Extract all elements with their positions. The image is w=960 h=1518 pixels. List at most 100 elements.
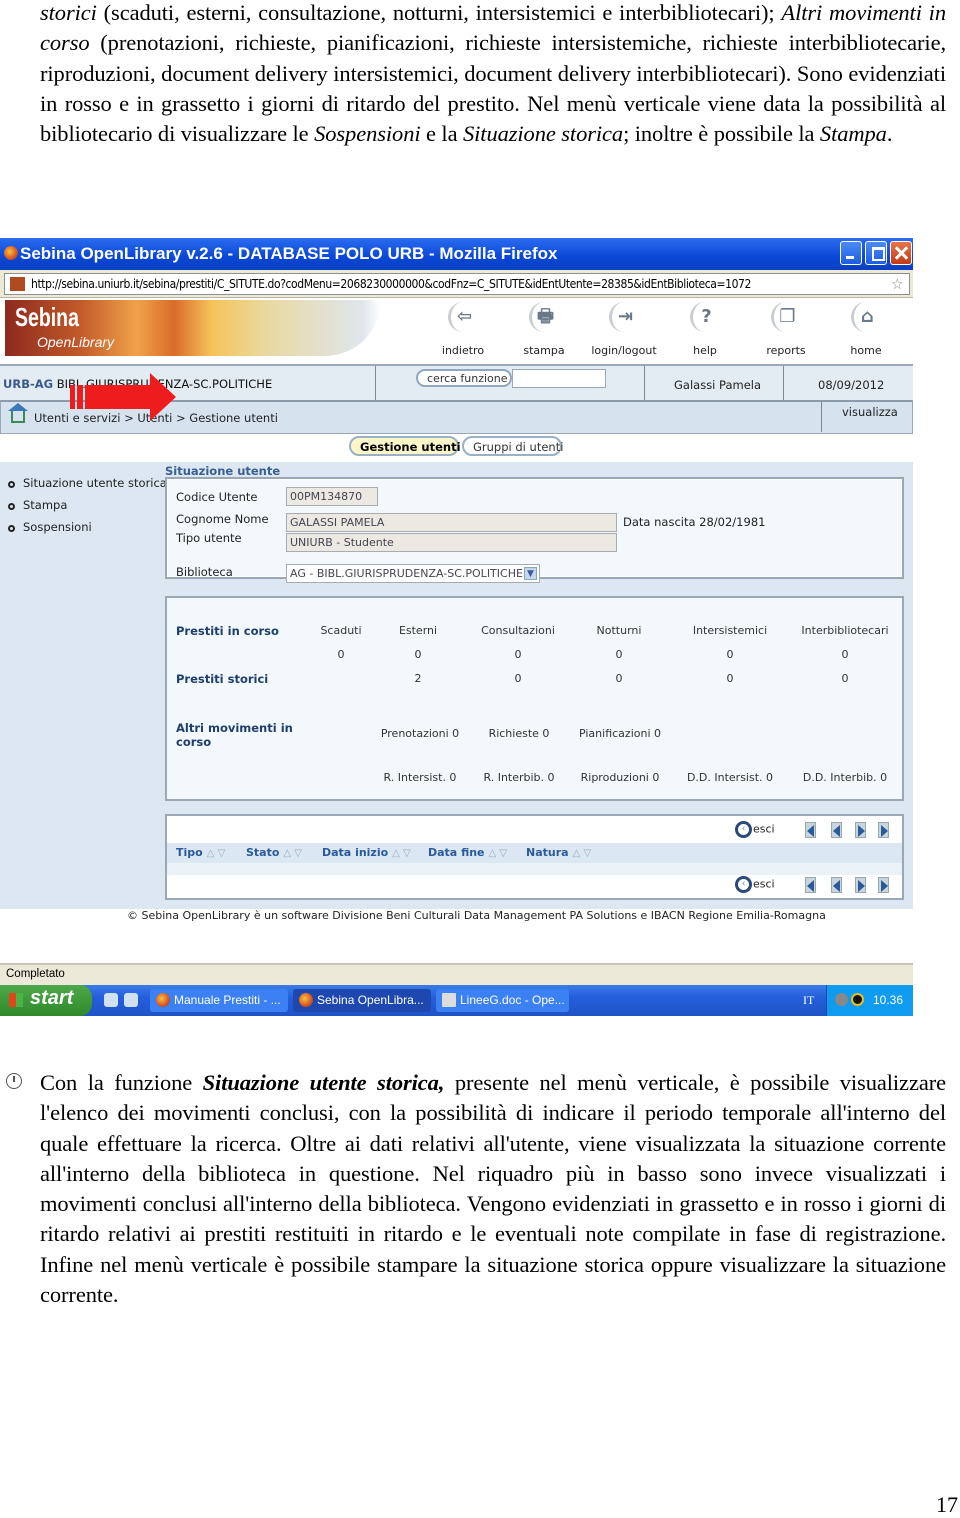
tool-label: home <box>850 344 882 357</box>
windows-flag-icon <box>9 993 23 1007</box>
altri-cell: R. Intersist. 0 <box>383 771 457 784</box>
sort-icon[interactable]: △ ▽ <box>489 848 508 859</box>
last-page-button[interactable] <box>878 822 889 838</box>
codice-field[interactable]: 00PM134870 <box>286 487 378 506</box>
toolbar-stampa[interactable]: 🖶 stampa <box>509 302 579 357</box>
value-cell: 0 <box>841 648 849 661</box>
next-page-button[interactable] <box>855 877 866 893</box>
divider <box>783 366 784 400</box>
sort-icon[interactable]: △ ▽ <box>283 848 302 859</box>
close-button[interactable] <box>890 241 912 265</box>
italic-term: Sospensioni <box>314 121 421 147</box>
row-label-prestiti-in-corso[interactable]: Prestiti in corso <box>176 624 279 638</box>
toolbar-home[interactable]: ⌂ home <box>831 302 901 357</box>
main-content: Situazione utente storica Stampa Sospens… <box>0 462 913 909</box>
clock: 10.36 <box>873 993 904 1007</box>
tab-gruppi-di-utenti[interactable]: Gruppi di utenti <box>462 436 563 456</box>
desktop-quicklaunch-icon[interactable] <box>124 993 138 1007</box>
tray-app-icon[interactable] <box>851 993 864 1006</box>
cerca-funzione-button[interactable]: cerca funzione <box>416 369 512 387</box>
paragraph-text: e la <box>420 121 463 147</box>
home-icon: ⌂ <box>851 302 881 332</box>
row-label-prestiti-storici[interactable]: Prestiti storici <box>176 672 268 686</box>
tray-network-icon[interactable] <box>835 993 848 1006</box>
tipo-label: Tipo utente <box>176 531 242 545</box>
window-title: Sebina OpenLibrary v.2.6 - DATABASE POLO… <box>20 244 558 263</box>
loans-summary: Prestiti in corso Prestiti storici Altri… <box>165 596 904 801</box>
tipo-field[interactable]: UNIURB - Studente <box>286 533 617 552</box>
sort-icon[interactable]: △ ▽ <box>207 848 226 859</box>
altri-cell: D.D. Interbib. 0 <box>802 771 888 784</box>
toolbar-login-logout[interactable]: ⇥ login/logout <box>589 302 659 357</box>
menu-item-situazione-storica[interactable]: Situazione utente storica <box>8 476 167 498</box>
sort-icon[interactable]: △ ▽ <box>573 848 592 859</box>
logo-subtext: OpenLibrary <box>37 334 115 350</box>
biblioteca-select[interactable]: AG - BIBL.GIURISPRUDENZA-SC.POLITICHE ▼ <box>286 564 540 583</box>
value-cell: 0 <box>841 672 849 685</box>
task-label: LineeG.doc - Ope... <box>460 993 565 1007</box>
toolbar-help[interactable]: ? help <box>670 302 740 357</box>
url-input[interactable]: http://sebina.uniurb.it/sebina/prestiti/… <box>4 273 910 295</box>
bookmark-star-icon[interactable]: ☆ <box>891 275 903 293</box>
bullet-icon <box>8 481 15 488</box>
last-page-button[interactable] <box>878 877 889 893</box>
logo-text: Sebina <box>15 302 79 332</box>
altri-cell: Richieste 0 <box>488 727 550 740</box>
menu-item-stampa[interactable]: Stampa <box>8 498 167 520</box>
col-label: Tipo <box>176 846 203 859</box>
esci-button-top[interactable]: ‹ esci <box>735 821 775 838</box>
embedded-screenshot: Sebina OpenLibrary v.2.6 - DATABASE POLO… <box>0 238 913 1016</box>
col-tipo[interactable]: Tipo △ ▽ <box>176 846 225 859</box>
first-page-button[interactable] <box>805 877 816 893</box>
menu-label: Situazione utente storica <box>23 476 167 490</box>
esci-button-bottom[interactable]: ‹ esci <box>735 876 775 893</box>
altri-cell: Pianificazioni 0 <box>578 727 662 740</box>
select-value: AG - BIBL.GIURISPRUDENZA-SC.POLITICHE <box>290 567 523 580</box>
col-data-fine[interactable]: Data fine △ ▽ <box>428 846 507 859</box>
ie-quicklaunch-icon[interactable] <box>104 993 118 1007</box>
biblioteca-label: Biblioteca <box>176 565 233 579</box>
language-indicator[interactable]: IT <box>803 993 814 1008</box>
start-button[interactable]: start <box>0 985 92 1016</box>
window-titlebar: Sebina OpenLibrary v.2.6 - DATABASE POLO… <box>0 238 913 270</box>
arrow-stripe <box>77 385 83 409</box>
altri-cell: R. Interbib. 0 <box>483 771 555 784</box>
home-icon[interactable] <box>8 403 28 423</box>
bullet-icon <box>8 503 15 510</box>
visualizza-button[interactable]: visualizza <box>821 402 913 432</box>
nome-field[interactable]: GALASSI PAMELA <box>286 513 617 532</box>
url-text: http://sebina.uniurb.it/sebina/prestiti/… <box>31 277 751 291</box>
menu-item-sospensioni[interactable]: Sospensioni <box>8 520 167 542</box>
sort-icon[interactable]: △ ▽ <box>392 848 411 859</box>
col-stato[interactable]: Stato △ ▽ <box>246 846 302 859</box>
paragraph-text: Con la funzione <box>40 1070 203 1095</box>
row-label-altri-movimenti[interactable]: Altri movimenti in corso <box>176 721 296 749</box>
task-sebina[interactable]: Sebina OpenLibra... <box>293 989 431 1012</box>
arrow-stripe <box>70 385 75 409</box>
toolbar-indietro[interactable]: ⇦ indietro <box>428 302 498 357</box>
task-manuale-prestiti[interactable]: Manuale Prestiti - ... <box>150 989 288 1012</box>
esci-label: esci <box>753 877 775 891</box>
first-page-button[interactable] <box>805 822 816 838</box>
col-data-inizio[interactable]: Data inizio △ ▽ <box>322 846 411 859</box>
page-number: 17 <box>936 1492 958 1517</box>
restore-button[interactable] <box>865 241 887 265</box>
value-cell: 0 <box>514 672 522 685</box>
history-list: ‹ esci Tipo △ ▽ Stato △ ▽ Data inizio △ ▽ Da… <box>165 814 904 900</box>
prev-page-button[interactable] <box>831 877 842 893</box>
minimize-button[interactable] <box>840 241 862 265</box>
cerca-funzione-input[interactable] <box>512 369 606 388</box>
task-lineeg-doc[interactable]: LineeG.doc - Ope... <box>436 989 569 1012</box>
next-page-button[interactable] <box>855 822 866 838</box>
bold-italic-term: Situazione utente storica, <box>202 1070 445 1095</box>
tool-label: stampa <box>523 344 565 357</box>
system-tray: 10.36 <box>826 985 913 1016</box>
col-natura[interactable]: Natura △ ▽ <box>526 846 591 859</box>
menu-label: Sospensioni <box>23 520 92 534</box>
prev-page-button[interactable] <box>831 822 842 838</box>
toolbar-reports[interactable]: ❐ reports <box>751 302 821 357</box>
italic-term: storici <box>40 0 97 25</box>
tab-gestione-utenti[interactable]: Gestione utenti <box>349 436 461 456</box>
list-subheader-band <box>167 863 902 875</box>
value-cell: 0 <box>615 672 623 685</box>
